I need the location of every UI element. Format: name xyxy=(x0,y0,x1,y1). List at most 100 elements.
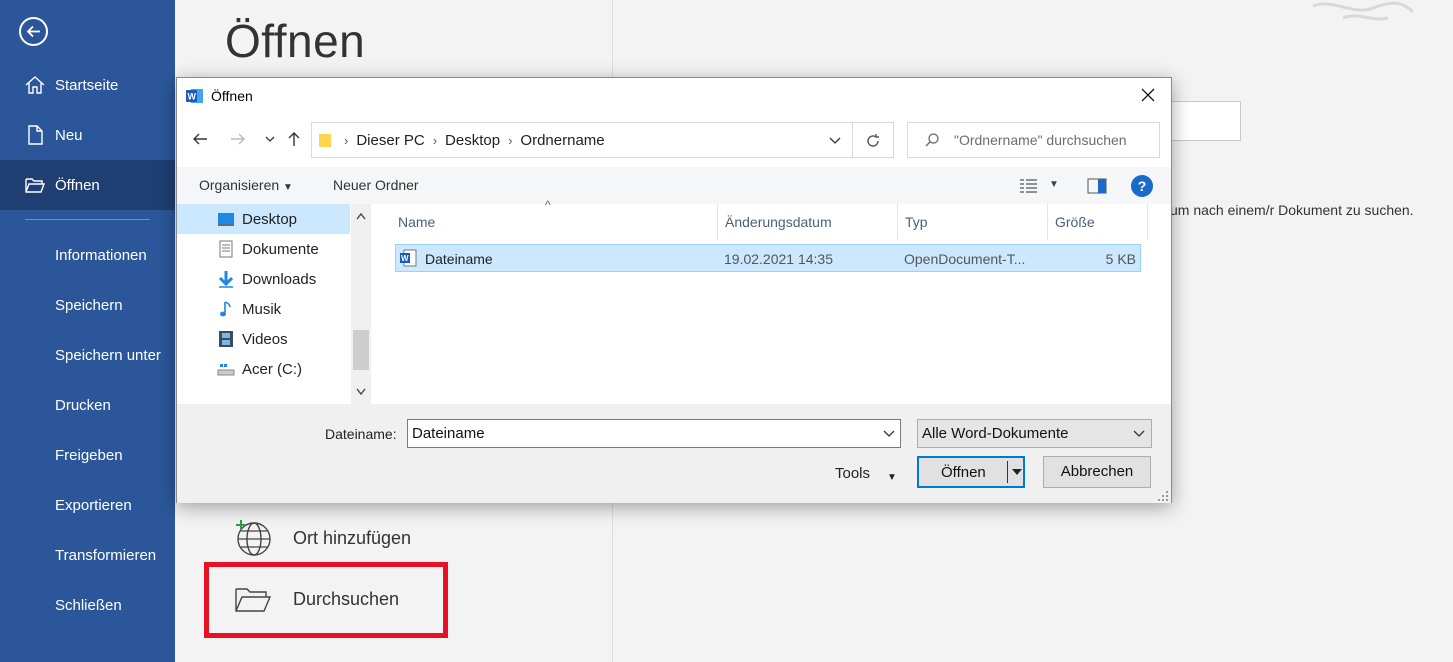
page-title: Öffnen xyxy=(225,15,366,67)
file-type-select[interactable]: Alle Word-Dokumente xyxy=(917,419,1152,448)
view-dropdown-arrow-icon[interactable]: ▼ xyxy=(1049,179,1059,190)
organize-menu[interactable]: Organisieren ▼ xyxy=(199,177,293,193)
back-icon[interactable] xyxy=(191,130,209,148)
scroll-down-icon[interactable] xyxy=(356,388,366,396)
resize-grip-icon[interactable] xyxy=(1157,489,1169,501)
preview-pane-icon[interactable] xyxy=(1087,178,1107,194)
nav-save[interactable]: Speichern xyxy=(0,280,175,330)
breadcrumb-separator: › xyxy=(432,132,438,148)
new-document-icon xyxy=(28,125,43,145)
nav-close[interactable]: Schließen xyxy=(0,580,175,630)
organize-label: Organisieren xyxy=(199,177,280,193)
column-header-label: Größe xyxy=(1055,214,1095,230)
backstage-sidebar: Startseite Neu Öffnen Informationen Spei… xyxy=(0,0,175,662)
word-document-icon: W xyxy=(400,249,417,267)
address-bar[interactable]: › Dieser PC › Desktop › Ordnername xyxy=(311,122,853,158)
nav-save-as[interactable]: Speichern unter xyxy=(0,330,175,380)
filename-value: Dateiname xyxy=(412,425,485,442)
file-modified: 19.02.2021 14:35 xyxy=(724,251,833,267)
chevron-down-icon[interactable] xyxy=(828,133,842,147)
tree-item-label: Acer (C:) xyxy=(242,360,302,378)
globe-add-icon xyxy=(236,520,271,556)
column-header-label: Name xyxy=(398,214,436,230)
music-note-icon xyxy=(220,301,231,317)
open-options-arrow-icon[interactable] xyxy=(1012,469,1022,476)
column-header-modified[interactable]: Änderungsdatum xyxy=(718,204,898,240)
nav-home[interactable]: Startseite xyxy=(0,60,175,110)
tools-dropdown-arrow-icon[interactable]: ▼ xyxy=(887,472,897,483)
nav-transform[interactable]: Transformieren xyxy=(0,530,175,580)
folder-small-icon xyxy=(319,134,331,147)
film-icon xyxy=(219,331,233,347)
command-bar: Organisieren ▼ Neuer Ordner ▼ ? xyxy=(177,167,1171,204)
scroll-thumb[interactable] xyxy=(353,330,369,370)
tree-item-label: Downloads xyxy=(242,270,317,288)
open-button[interactable]: Öffnen xyxy=(917,456,1025,488)
tree-item-documents[interactable]: Dokumente xyxy=(177,234,351,264)
tree-item-drive-c[interactable]: Acer (C:) xyxy=(177,354,351,384)
nav-info[interactable]: Informationen xyxy=(0,230,175,280)
filename-label: Dateiname: xyxy=(325,426,397,442)
dialog-title: Öffnen xyxy=(211,88,253,104)
refresh-icon xyxy=(867,134,879,147)
nav-export[interactable]: Exportieren xyxy=(0,480,175,530)
tree-item-desktop[interactable]: Desktop xyxy=(177,204,350,234)
tree-item-label: Desktop xyxy=(242,210,298,228)
dialog-footer: Dateiname: Dateiname Alle Word-Dokumente… xyxy=(177,404,1171,503)
open-folder-icon xyxy=(25,178,46,193)
tree-item-videos[interactable]: Videos xyxy=(177,324,351,354)
close-icon[interactable] xyxy=(1139,86,1157,104)
navigation-scrollbar[interactable] xyxy=(351,204,371,404)
download-icon xyxy=(218,271,234,288)
help-icon[interactable]: ? xyxy=(1131,175,1153,197)
up-arrow-icon[interactable] xyxy=(285,130,303,148)
breadcrumb-folder[interactable]: Ordnername xyxy=(520,132,604,149)
scroll-up-icon[interactable] xyxy=(356,212,366,220)
open-dialog: W Öffnen › Dieser PC › Desktop › Ordnern… xyxy=(176,77,1172,503)
table-row[interactable]: W Dateiname 19.02.2021 14:35 OpenDocumen… xyxy=(395,244,1141,272)
nav-print[interactable]: Drucken xyxy=(0,380,175,430)
svg-text:W: W xyxy=(188,92,197,102)
nav-open[interactable]: Öffnen xyxy=(0,160,175,210)
tools-menu[interactable]: Tools xyxy=(835,465,870,482)
dropdown-arrow-icon: ▼ xyxy=(283,182,293,193)
breadcrumb-separator: › xyxy=(344,132,349,148)
filename-field[interactable]: Dateiname xyxy=(407,419,901,448)
split-divider xyxy=(1007,461,1008,483)
nav-share[interactable]: Freigeben xyxy=(0,430,175,480)
column-header-size[interactable]: Größe xyxy=(1048,204,1148,240)
forward-icon[interactable] xyxy=(229,130,247,148)
word-logo-icon: W xyxy=(186,89,203,103)
nav-new[interactable]: Neu xyxy=(0,110,175,160)
file-size: 5 KB xyxy=(1105,251,1136,267)
refresh-button[interactable] xyxy=(852,122,894,158)
open-button-label: Öffnen xyxy=(941,464,986,481)
tree-item-music[interactable]: Musik xyxy=(177,294,351,324)
nav-transform-label: Transformieren xyxy=(55,546,157,564)
file-name: Dateiname xyxy=(425,251,493,267)
dialog-titlebar: W Öffnen xyxy=(177,78,1171,114)
back-arrow-icon[interactable] xyxy=(19,17,48,46)
breadcrumb-desktop[interactable]: Desktop xyxy=(445,132,500,149)
add-place-item[interactable]: Ort hinzufügen xyxy=(233,518,411,558)
cancel-button[interactable]: Abbrechen xyxy=(1043,456,1151,488)
chevron-down-icon[interactable] xyxy=(883,429,895,439)
nav-save-label: Speichern xyxy=(55,296,123,314)
home-icon xyxy=(25,76,45,94)
search-icon xyxy=(925,133,939,147)
tree-item-label: Videos xyxy=(242,330,288,348)
column-header-type[interactable]: Typ xyxy=(898,204,1048,240)
recent-locations-chevron-icon[interactable] xyxy=(261,130,279,148)
column-header-name[interactable]: Name xyxy=(391,204,718,240)
view-options-icon[interactable] xyxy=(1019,178,1039,194)
nav-close-label: Schließen xyxy=(55,596,122,614)
search-input[interactable]: "Ordnername" durchsuchen xyxy=(907,122,1160,158)
breadcrumb-separator: › xyxy=(508,132,513,148)
nav-share-label: Freigeben xyxy=(55,446,123,464)
tree-item-downloads[interactable]: Downloads xyxy=(177,264,351,294)
new-folder-button[interactable]: Neuer Ordner xyxy=(333,177,419,193)
nav-new-label: Neu xyxy=(55,126,83,144)
breadcrumb-this-pc[interactable]: Dieser PC xyxy=(356,132,424,149)
search-placeholder: "Ordnername" durchsuchen xyxy=(954,132,1127,148)
navigation-row: › Dieser PC › Desktop › Ordnername "Ordn… xyxy=(177,120,1171,160)
